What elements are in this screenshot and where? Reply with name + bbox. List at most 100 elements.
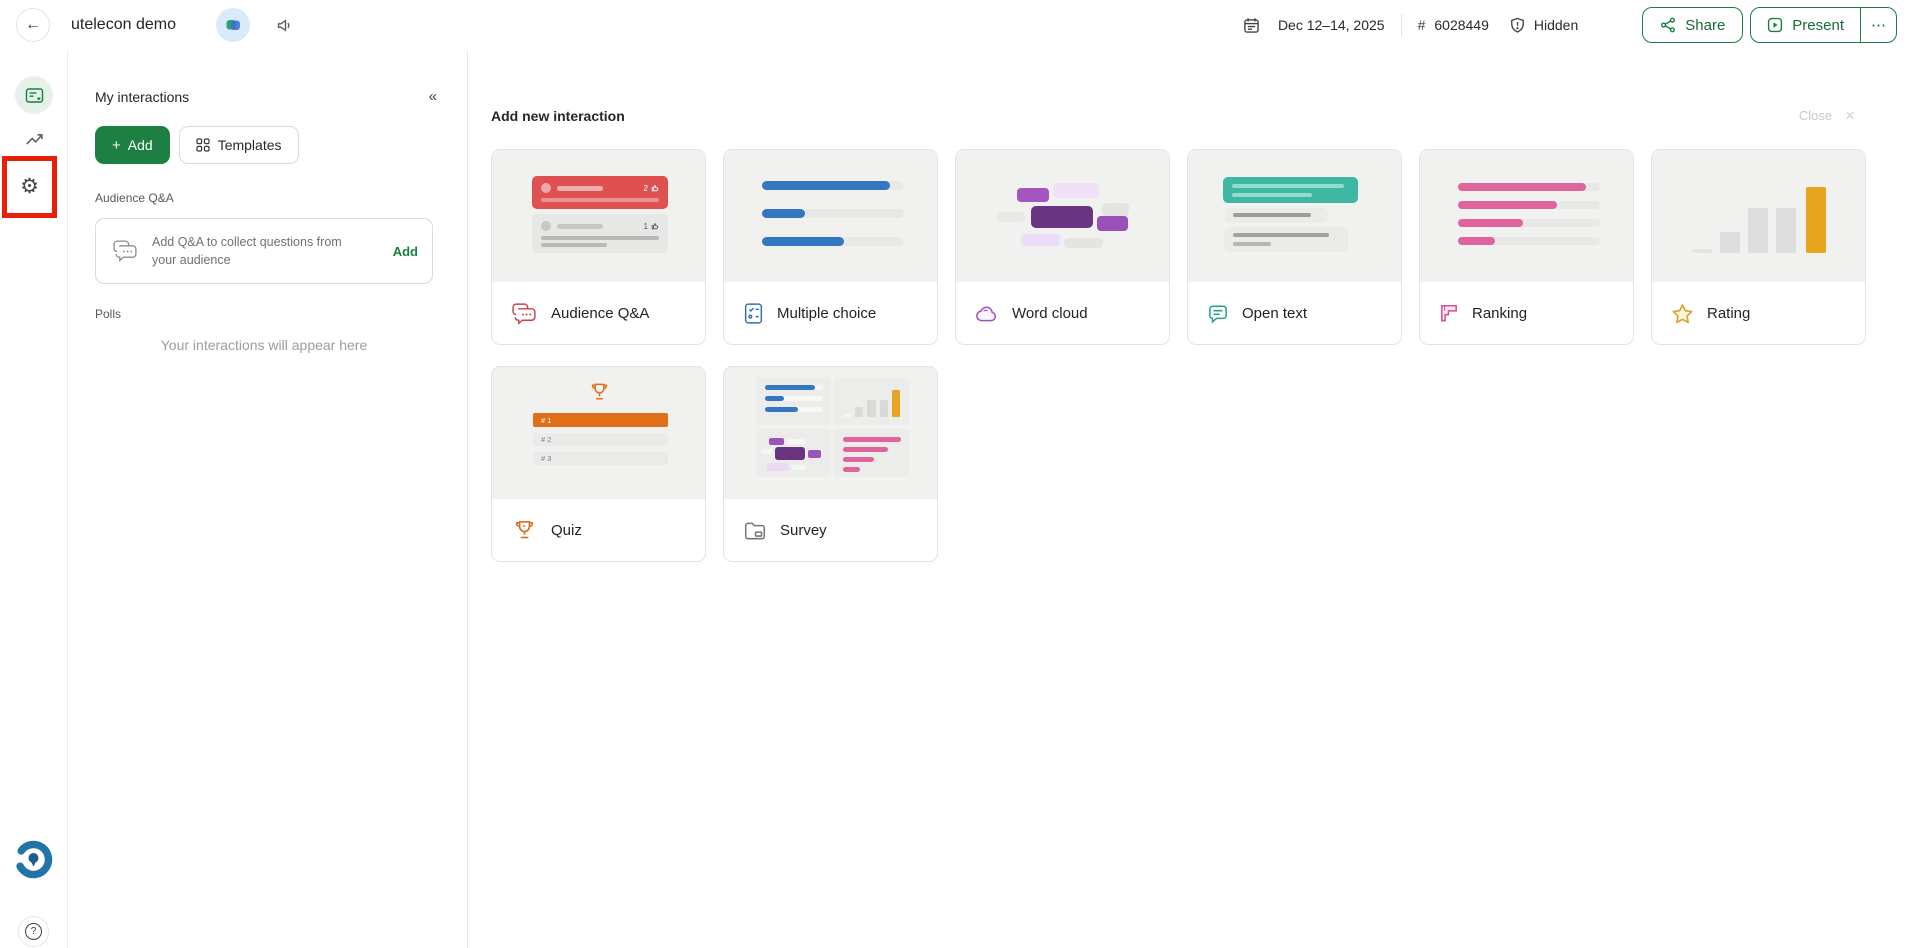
share-label: Share [1685, 17, 1725, 34]
active-item-highlight [15, 76, 53, 114]
organization-logo [11, 837, 56, 882]
card-label: Open text [1242, 305, 1307, 322]
add-interaction-button[interactable]: + Add [95, 126, 170, 164]
present-button[interactable]: Present [1751, 8, 1860, 42]
card-label: Ranking [1472, 305, 1527, 322]
icon-rail: ⚙ ? [0, 50, 68, 948]
rating-thumbnail [1652, 150, 1865, 282]
quiz-rank-1: # 1 [533, 413, 668, 427]
card-audience-qa[interactable]: 2 1 [491, 149, 706, 345]
card-multiple-choice[interactable]: Multiple choice [723, 149, 938, 345]
audience-qa-thumbnail: 2 1 [492, 150, 705, 282]
card-label: Word cloud [1012, 305, 1088, 322]
trending-up-icon [25, 130, 44, 147]
logo-icon [11, 837, 56, 882]
card-label: Multiple choice [777, 305, 876, 322]
shield-alert-icon [1509, 17, 1526, 34]
close-panel-button[interactable]: Close × [1799, 107, 1855, 124]
cloud-icon [975, 304, 999, 323]
panel-title: Add new interaction [491, 108, 625, 124]
multiple-choice-thumbnail [724, 150, 937, 282]
annotation-highlight-box: ⚙ [2, 156, 57, 218]
announcement-button[interactable] [276, 17, 293, 34]
text-bubble-icon [1207, 303, 1229, 325]
present-label: Present [1792, 17, 1844, 34]
card-label: Quiz [551, 522, 582, 539]
integration-badge[interactable] [216, 8, 250, 42]
help-button[interactable]: ? [18, 916, 49, 947]
add-button-label: Add [128, 137, 153, 153]
folder-icon [743, 520, 767, 541]
card-open-text[interactable]: Open text [1187, 149, 1402, 345]
trophy-icon [588, 381, 611, 404]
card-word-cloud[interactable]: Word cloud [955, 149, 1170, 345]
back-button[interactable]: ← [16, 8, 50, 42]
close-label: Close [1799, 108, 1832, 123]
quiz-rank-2: # 2 [533, 433, 668, 446]
collapse-sidebar-button[interactable]: « [429, 88, 437, 105]
qa-add-link[interactable]: Add [393, 244, 418, 259]
upvote-count: 2 [644, 184, 648, 193]
event-dates-text: Dec 12–14, 2025 [1278, 17, 1385, 33]
visibility-status: Hidden [1509, 17, 1578, 34]
event-code-text: 6028449 [1434, 17, 1489, 33]
upvote-count: 1 [644, 222, 648, 231]
card-label: Survey [780, 522, 827, 539]
event-dates[interactable]: Dec 12–14, 2025 [1243, 17, 1385, 34]
interactions-panel-icon [25, 87, 44, 104]
topbar: ← utelecon demo Dec 12–14, 2025 # 602844… [0, 0, 1911, 50]
qa-empty-card: Add Q&A to collect questions from your a… [95, 218, 433, 284]
plus-icon: + [112, 137, 121, 154]
rail-item-interactions[interactable] [0, 76, 68, 114]
close-icon: × [1845, 107, 1855, 124]
templates-label: Templates [218, 137, 282, 153]
polls-section-label: Polls [95, 307, 467, 321]
thumbs-up-icon [651, 222, 659, 230]
card-rating[interactable]: Rating [1651, 149, 1866, 345]
visibility-text: Hidden [1534, 17, 1578, 33]
integration-logo-icon [224, 16, 242, 34]
present-play-icon [1767, 17, 1783, 33]
qa-section-label: Audience Q&A [95, 191, 467, 205]
hash-icon: # [1418, 17, 1426, 33]
ranking-steps-icon [1439, 303, 1459, 324]
divider [1401, 14, 1402, 36]
card-survey[interactable]: Survey [723, 366, 938, 562]
megaphone-icon [276, 17, 293, 34]
quiz-thumbnail: # 1 # 2 # 3 [492, 367, 705, 499]
trophy-icon [511, 518, 538, 544]
qa-bubbles-icon [112, 239, 139, 263]
interactions-sidebar: My interactions « + Add Templates Audien… [68, 50, 468, 948]
sidebar-title: My interactions [95, 89, 189, 105]
rail-item-insights[interactable] [0, 130, 68, 147]
star-icon [1671, 303, 1694, 325]
collapse-chevrons-icon: « [429, 88, 437, 105]
word-cloud-thumbnail [956, 150, 1169, 282]
survey-thumbnail [724, 367, 937, 499]
question-mark-icon: ? [25, 923, 42, 940]
rail-item-settings[interactable]: ⚙ [20, 176, 39, 198]
ellipsis-icon: ⋯ [1871, 16, 1886, 34]
present-more-button[interactable]: ⋯ [1860, 8, 1896, 42]
share-button[interactable]: Share [1642, 7, 1743, 43]
gear-icon: ⚙ [20, 175, 39, 198]
calendar-icon [1243, 17, 1260, 34]
qa-bubbles-icon [511, 302, 538, 326]
back-arrow-icon: ← [25, 16, 41, 34]
polls-empty-text: Your interactions will appear here [95, 337, 433, 353]
card-ranking[interactable]: Ranking [1419, 149, 1634, 345]
card-quiz[interactable]: # 1 # 2 # 3 Quiz [491, 366, 706, 562]
card-label: Audience Q&A [551, 305, 649, 322]
event-code: # 6028449 [1418, 17, 1489, 33]
quiz-rank-3: # 3 [533, 452, 668, 465]
thumbs-up-icon [651, 184, 659, 192]
share-nodes-icon [1660, 17, 1676, 33]
qa-empty-description: Add Q&A to collect questions from your a… [152, 233, 360, 269]
ranking-thumbnail [1420, 150, 1633, 282]
card-label: Rating [1707, 305, 1750, 322]
add-interaction-panel: Add new interaction Close × 2 [468, 50, 1911, 948]
present-split-button: Present ⋯ [1750, 7, 1897, 43]
templates-button[interactable]: Templates [179, 126, 299, 164]
checklist-icon [743, 302, 764, 325]
open-text-thumbnail [1188, 150, 1401, 282]
